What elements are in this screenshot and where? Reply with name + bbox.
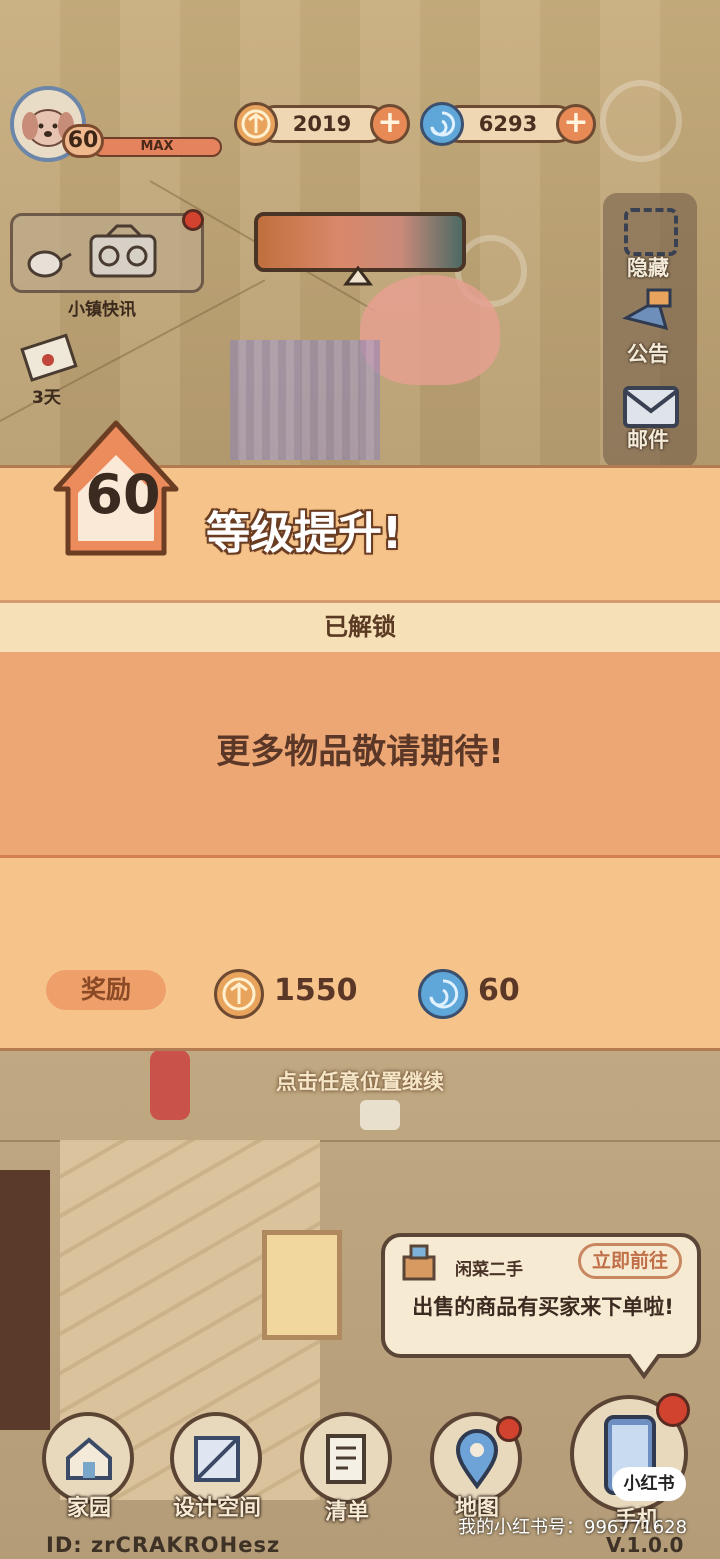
nav-home-label[interactable]: 家园 [34, 1490, 144, 1522]
reward-gems-amount: 60 [478, 973, 520, 1008]
window [262, 1230, 342, 1340]
box-icon [402, 1244, 436, 1281]
door[interactable] [0, 1170, 50, 1430]
weather-banner[interactable] [254, 212, 466, 272]
bubble-tail [626, 1354, 662, 1380]
nav-list-label[interactable]: 清单 [292, 1494, 402, 1526]
notification-source: 闲菜二手 [455, 1260, 523, 1280]
xiaohongshu-logo: 小红书 [612, 1467, 686, 1501]
coin-icon [234, 102, 278, 146]
add-gems-button[interactable]: + [556, 104, 596, 144]
reward-gem-icon [418, 969, 468, 1019]
phone-notification-dot [656, 1393, 690, 1427]
sun-decoration [600, 80, 682, 162]
nav-design-label[interactable]: 设计空间 [162, 1490, 272, 1522]
gem-icon [420, 102, 464, 146]
side-menu-mail-label[interactable]: 邮件 [627, 424, 669, 454]
wisteria-decoration [230, 340, 380, 460]
reward-coin-icon [214, 969, 264, 1019]
news-notification-dot [182, 209, 204, 231]
side-menu-hide-label[interactable]: 隐藏 [627, 252, 669, 282]
home-icon [66, 1437, 112, 1480]
levelup-level-number: 60 [85, 463, 161, 526]
add-coins-button[interactable]: + [370, 104, 410, 144]
user-id: ID: zrCRAKROHesz [46, 1533, 281, 1557]
teapot-icon [27, 250, 72, 278]
reward-area [0, 858, 720, 1051]
flower-decoration [360, 275, 500, 385]
mail-icon[interactable] [622, 385, 680, 429]
plus-icon: + [563, 105, 589, 140]
xp-bar: MAX [92, 137, 222, 157]
unlocked-header: 已解锁 [0, 600, 720, 652]
design-space-icon [194, 1436, 240, 1482]
plus-icon: + [377, 105, 403, 140]
hide-icon[interactable] [624, 208, 678, 256]
unlocked-message: 更多物品敬请期待! [0, 652, 720, 858]
radio-icon [89, 224, 157, 278]
item-on-floor[interactable] [360, 1100, 400, 1130]
xp-label: MAX [140, 139, 174, 154]
news-label: 小镇快讯 [68, 300, 136, 320]
letter-days-label: 3天 [32, 388, 61, 408]
list-icon [326, 1434, 366, 1484]
letter-widget[interactable] [18, 330, 78, 382]
nav-list-button[interactable] [300, 1412, 392, 1504]
map-notification-dot [496, 1416, 522, 1442]
side-menu-announcement-label[interactable]: 公告 [627, 338, 669, 368]
pointer-triangle-icon [343, 265, 373, 286]
letter-icon [20, 333, 78, 382]
announcement-icon[interactable] [618, 288, 684, 340]
notification-message: 出售的商品有买家来下单啦! [412, 1295, 674, 1319]
continue-hint[interactable]: 点击任意位置继续 [0, 1066, 720, 1096]
go-now-button[interactable]: 立即前往 [578, 1243, 682, 1279]
reward-label: 奖励 [46, 970, 166, 1010]
reward-coins-amount: 1550 [274, 973, 358, 1008]
watermark-text: 我的小红书号：996771628 [458, 1517, 688, 1538]
player-level-badge: 60 [62, 124, 104, 158]
map-icon [455, 1429, 499, 1490]
town-news-widget[interactable] [10, 213, 204, 293]
levelup-title: 等级提升! [206, 508, 403, 559]
